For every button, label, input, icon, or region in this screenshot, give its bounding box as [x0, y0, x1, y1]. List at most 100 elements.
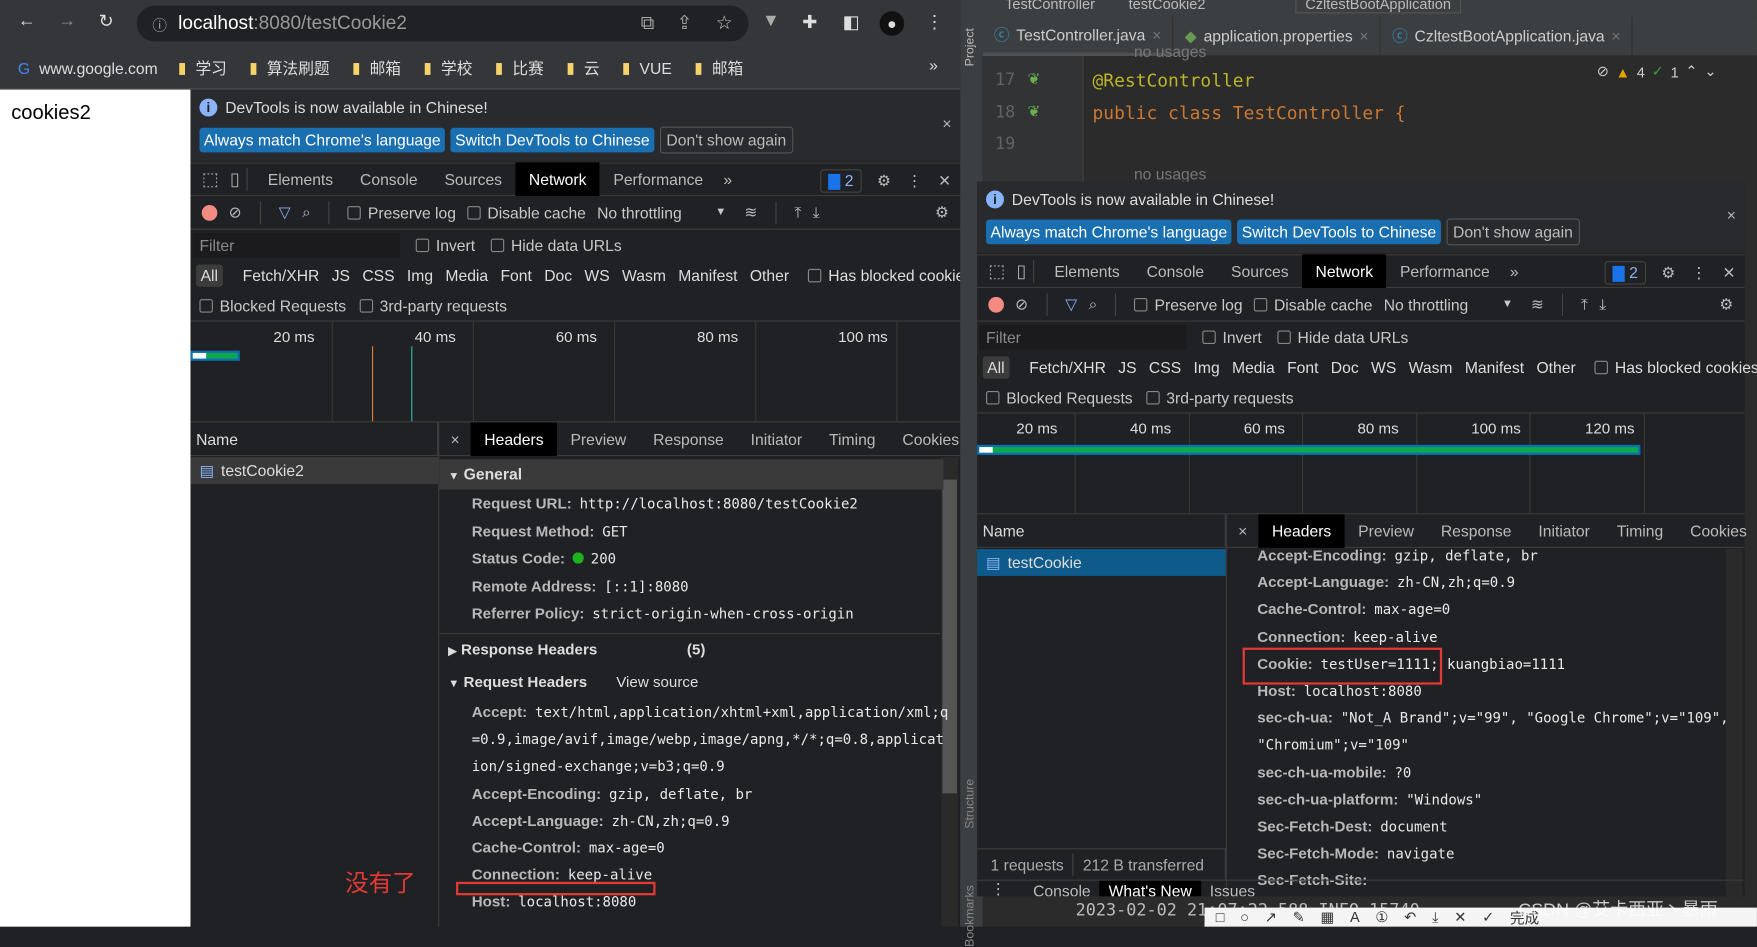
request-headers-toggle[interactable]: ▼ Request Headers View source: [448, 673, 698, 690]
profile-avatar[interactable]: ●: [879, 11, 905, 36]
extension-v-icon[interactable]: ▼: [762, 11, 780, 31]
close-detail-icon[interactable]: ×: [450, 430, 459, 448]
search-icon[interactable]: ⌕: [302, 203, 311, 222]
preserve-log-checkbox[interactable]: Preserve log: [347, 203, 456, 221]
inspect-element-icon[interactable]: ⬚: [202, 168, 219, 190]
mosaic-icon[interactable]: ▦: [1321, 908, 1335, 926]
bookmark-item[interactable]: ▮ 学习: [178, 57, 227, 79]
detail-tab-cookies[interactable]: Cookies: [1677, 514, 1757, 548]
detail-tab-response[interactable]: Response: [1427, 514, 1525, 548]
close-detail-icon[interactable]: ×: [1238, 522, 1247, 540]
name-column-header[interactable]: Name: [190, 422, 439, 457]
request-row[interactable]: ▤ testCookie2: [190, 457, 439, 485]
tab-network[interactable]: Network: [515, 162, 600, 197]
type-filter-js[interactable]: JS: [332, 266, 350, 284]
preserve-log-checkbox[interactable]: Preserve log: [1134, 295, 1243, 313]
issues-badge[interactable]: ▇ 2: [1604, 261, 1646, 285]
throttling-select[interactable]: No throttling ▼: [597, 203, 726, 221]
bookmark-item[interactable]: ▮ 邮箱: [352, 57, 401, 79]
clear-icon[interactable]: ⊘: [1015, 295, 1028, 314]
close-tab-icon[interactable]: ×: [1359, 27, 1368, 45]
type-filter-other[interactable]: Other: [1536, 358, 1575, 376]
type-filter-doc[interactable]: Doc: [544, 266, 572, 284]
invert-checkbox[interactable]: Invert: [415, 236, 475, 254]
spring-bean-icon[interactable]: ❦: [1027, 69, 1040, 88]
panel-divider[interactable]: [1225, 514, 1227, 897]
filter-input[interactable]: Filter: [192, 232, 401, 258]
prev-icon[interactable]: ⌃: [1685, 63, 1697, 81]
panel-divider[interactable]: [438, 422, 440, 927]
bookmark-item[interactable]: ▮ VUE: [622, 58, 672, 77]
breadcrumb-class[interactable]: TestController: [1005, 0, 1095, 12]
type-filter-css[interactable]: CSS: [1149, 358, 1181, 376]
scrollbar[interactable]: [941, 457, 959, 927]
waterfall-bar[interactable]: [977, 444, 1641, 455]
close-devtools-icon[interactable]: ✕: [1723, 263, 1736, 282]
view-source-link[interactable]: View source: [616, 673, 698, 690]
switch-to-chinese-button[interactable]: Switch DevTools to Chinese: [1237, 219, 1441, 245]
tab-sources[interactable]: Sources: [431, 162, 515, 196]
detail-tab-timing[interactable]: Timing: [1603, 514, 1676, 548]
blocked-requests-checkbox[interactable]: Blocked Requests: [199, 296, 346, 314]
tab-elements[interactable]: Elements: [1041, 254, 1133, 288]
address-bar[interactable]: ⓘ localhost:8080/testCookie2 ⧉ ⇪ ☆: [136, 5, 749, 42]
structure-tool-tab[interactable]: Structure: [964, 779, 977, 829]
hide-eye-icon[interactable]: ⊘: [1597, 63, 1609, 81]
always-match-language-button[interactable]: Always match Chrome's language: [986, 219, 1232, 245]
drawer-tab-issues[interactable]: Issues: [1201, 881, 1264, 896]
import-har-icon[interactable]: ⤒: [1581, 295, 1588, 314]
record-icon[interactable]: [201, 204, 218, 221]
bookmark-item[interactable]: Gwww.google.com: [18, 59, 158, 77]
next-icon[interactable]: ⌄: [1704, 63, 1716, 81]
network-settings-icon[interactable]: ⚙: [1719, 295, 1733, 314]
type-filter-img[interactable]: Img: [1194, 358, 1220, 376]
invert-checkbox[interactable]: Invert: [1202, 328, 1262, 346]
breadcrumb-method[interactable]: testCookie2: [1129, 0, 1206, 12]
filter-input[interactable]: Filter: [979, 324, 1187, 350]
bookmark-item[interactable]: ▮ 学校: [423, 57, 472, 79]
detail-tab-timing[interactable]: Timing: [816, 422, 889, 456]
rect-icon[interactable]: □: [1216, 909, 1225, 926]
record-icon[interactable]: [988, 296, 1004, 313]
bookmark-star-icon[interactable]: ☆: [716, 12, 733, 34]
throttling-select[interactable]: No throttling ▼: [1384, 295, 1513, 313]
forward-icon[interactable]: →: [58, 11, 76, 31]
drawer-tab-whatsnew[interactable]: What's New: [1099, 880, 1201, 897]
side-panel-icon[interactable]: ◧: [843, 11, 860, 33]
site-info-icon[interactable]: ⓘ: [152, 13, 167, 34]
timeline-overview[interactable]: 20 ms40 ms60 ms80 ms100 ms120 ms14: [977, 412, 1745, 515]
undo-icon[interactable]: ↶: [1404, 908, 1416, 926]
detail-tab-preview[interactable]: Preview: [1345, 514, 1428, 548]
has-blocked-cookies-checkbox[interactable]: Has blocked cookies: [808, 266, 972, 284]
type-filter-fetch-xhr[interactable]: Fetch/XHR: [243, 266, 320, 284]
type-filter-doc[interactable]: Doc: [1331, 358, 1359, 376]
third-party-requests-checkbox[interactable]: 3rd-party requests: [359, 296, 507, 314]
type-filter-all[interactable]: All: [196, 263, 223, 287]
type-filter-js[interactable]: JS: [1118, 358, 1136, 376]
close-devtools-icon[interactable]: ✕: [938, 171, 951, 190]
drawer-tab-console[interactable]: Console: [1024, 881, 1099, 896]
reload-icon[interactable]: ↻: [99, 10, 114, 32]
has-blocked-cookies-checkbox[interactable]: Has blocked cookies: [1594, 358, 1757, 376]
type-filter-manifest[interactable]: Manifest: [678, 266, 737, 284]
disable-cache-checkbox[interactable]: Disable cache: [467, 203, 586, 221]
circle-icon[interactable]: ○: [1240, 909, 1249, 926]
tab-performance[interactable]: Performance: [1386, 254, 1503, 288]
tab-network[interactable]: Network: [1302, 254, 1387, 288]
spring-bean-icon[interactable]: ❦: [1027, 101, 1040, 120]
export-har-icon[interactable]: ⤓: [813, 203, 820, 222]
detail-tab-initiator[interactable]: Initiator: [1525, 514, 1603, 548]
type-filter-font[interactable]: Font: [500, 266, 531, 284]
blocked-requests-checkbox[interactable]: Blocked Requests: [986, 388, 1133, 406]
run-config-select[interactable]: CzltestBootApplication: [1295, 0, 1462, 14]
waterfall-bar[interactable]: [190, 350, 240, 361]
bookmarks-overflow-icon[interactable]: »: [929, 56, 938, 74]
type-filter-manifest[interactable]: Manifest: [1465, 358, 1524, 376]
dont-show-again-button[interactable]: Don't show again: [659, 126, 793, 154]
arrow-icon[interactable]: ↗: [1265, 908, 1277, 926]
back-icon[interactable]: ←: [18, 11, 36, 31]
detail-tab-initiator[interactable]: Initiator: [737, 422, 815, 456]
type-filter-img[interactable]: Img: [407, 266, 433, 284]
filter-icon[interactable]: ▽: [1065, 295, 1077, 314]
filter-icon[interactable]: ▽: [279, 203, 291, 222]
